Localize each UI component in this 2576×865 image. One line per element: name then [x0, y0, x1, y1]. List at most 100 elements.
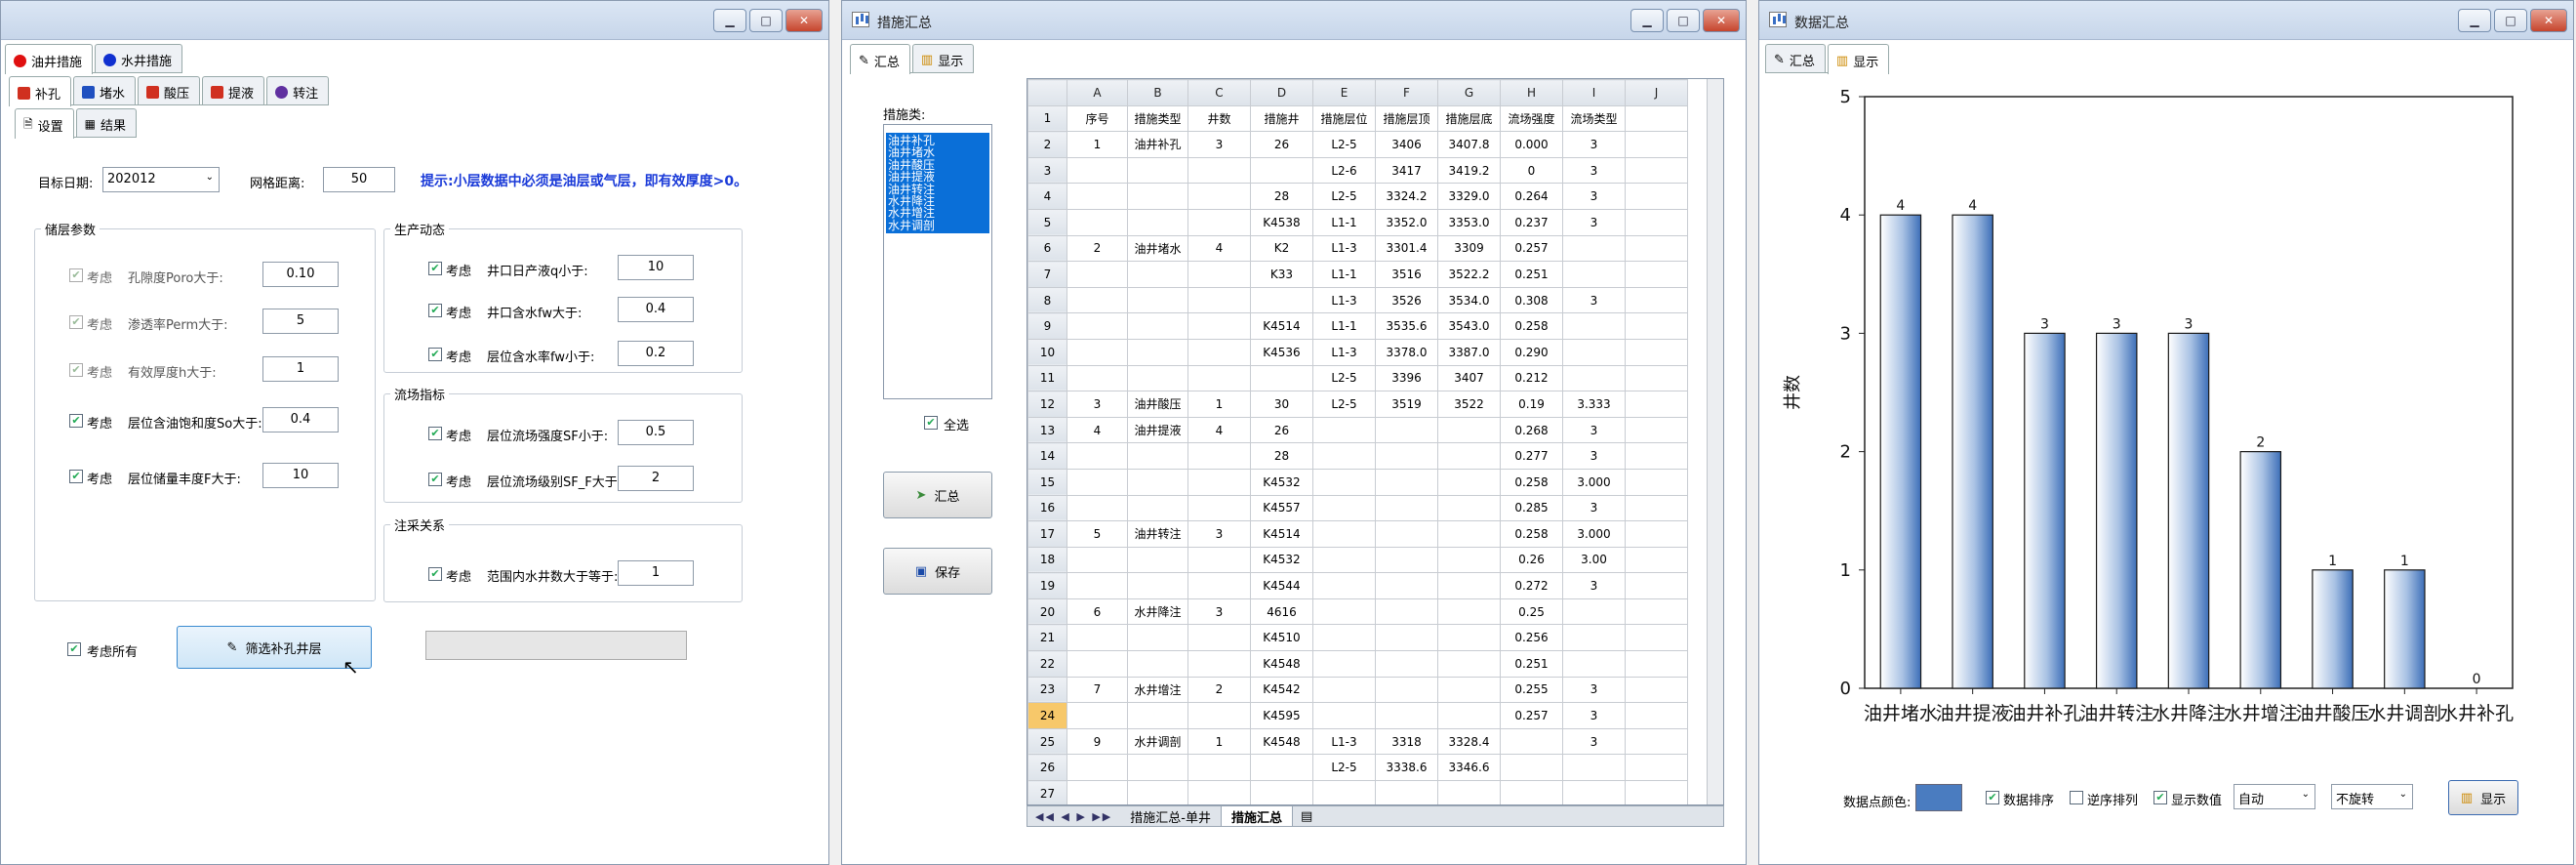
table-cell[interactable]: 3387.0 — [1437, 338, 1501, 366]
table-cell[interactable]: K4510 — [1250, 624, 1313, 652]
table-cell[interactable] — [1067, 650, 1128, 678]
table-cell[interactable] — [1437, 494, 1501, 522]
table-cell[interactable] — [1127, 754, 1188, 782]
table-cell[interactable]: L1-1 — [1312, 312, 1376, 340]
table-cell[interactable]: 3.00 — [1562, 546, 1626, 574]
show-chart-button[interactable]: ▥ 显示 — [2448, 780, 2518, 815]
table-cell[interactable] — [1500, 780, 1563, 804]
table-cell[interactable] — [1067, 286, 1128, 314]
table-cell[interactable] — [1625, 597, 1688, 626]
table-cell[interactable]: 3329.0 — [1437, 183, 1501, 210]
table-cell[interactable]: 0.268 — [1500, 416, 1563, 444]
save-button[interactable]: ▣ 保存 — [883, 548, 992, 595]
table-cell[interactable]: 2 — [1187, 676, 1251, 704]
table-cell[interactable]: 油井堵水 — [1127, 234, 1188, 263]
table-cell[interactable] — [1187, 702, 1251, 729]
table-cell[interactable] — [1625, 156, 1688, 185]
tab-lift-liquid[interactable]: 提液 — [202, 76, 265, 104]
table-cell[interactable]: 1 — [1067, 131, 1128, 158]
header-cell[interactable] — [1625, 104, 1688, 133]
table-cell[interactable]: 0.257 — [1500, 702, 1563, 729]
table-cell[interactable] — [1625, 338, 1688, 366]
table-cell[interactable] — [1067, 572, 1128, 599]
table-cell[interactable]: L2-5 — [1312, 391, 1376, 418]
row-number[interactable]: 7 — [1027, 261, 1067, 288]
table-cell[interactable]: 油井转注 — [1127, 520, 1188, 548]
show-values-checkbox[interactable]: ✔ — [2153, 791, 2167, 804]
table-cell[interactable] — [1562, 624, 1626, 652]
table-cell[interactable]: 3.000 — [1562, 520, 1626, 548]
minimize-button[interactable]: ▁ — [1630, 9, 1664, 32]
table-cell[interactable] — [1437, 442, 1501, 470]
table-cell[interactable] — [1437, 650, 1501, 678]
table-cell[interactable]: 3407.8 — [1437, 131, 1501, 158]
row-number[interactable]: 4 — [1027, 183, 1067, 210]
column-header[interactable]: I — [1562, 79, 1626, 106]
table-cell[interactable] — [1625, 208, 1688, 236]
table-cell[interactable]: 0.000 — [1500, 131, 1563, 158]
table-cell[interactable] — [1187, 261, 1251, 288]
table-cell[interactable]: L1-3 — [1312, 338, 1376, 366]
tab-display[interactable]: ▥ 显示 — [1827, 44, 1890, 74]
header-cell[interactable]: 井数 — [1187, 104, 1251, 133]
table-cell[interactable]: 3 — [1067, 391, 1128, 418]
label-mode-select[interactable]: 自动 ⌄ — [2234, 784, 2315, 809]
table-cell[interactable]: 7 — [1067, 676, 1128, 704]
table-cell[interactable] — [1562, 338, 1626, 366]
table-cell[interactable]: 0.19 — [1500, 391, 1563, 418]
reservoir-threshold-input[interactable]: 0.10 — [262, 262, 339, 287]
table-cell[interactable] — [1187, 468, 1251, 496]
table-cell[interactable]: 3 — [1562, 286, 1626, 314]
table-cell[interactable] — [1625, 520, 1688, 548]
table-cell[interactable]: L2-5 — [1312, 364, 1376, 392]
prod-consider-checkbox[interactable]: ✔ — [428, 348, 442, 361]
row-number[interactable]: 15 — [1027, 468, 1067, 496]
minimize-button[interactable]: ▁ — [2458, 9, 2491, 32]
table-cell[interactable]: 3338.6 — [1375, 754, 1438, 782]
tab-summary[interactable]: ✎ 汇总 — [850, 44, 910, 74]
table-cell[interactable]: 油井补孔 — [1127, 131, 1188, 158]
table-cell[interactable] — [1250, 156, 1313, 185]
table-cell[interactable]: 3396 — [1375, 364, 1438, 392]
sheet-tab-single-well[interactable]: 措施汇总-单井 — [1120, 806, 1222, 826]
table-cell[interactable] — [1067, 494, 1128, 522]
table-cell[interactable]: 3543.0 — [1437, 312, 1501, 340]
reverse-checkbox[interactable]: ✔ — [2070, 791, 2083, 804]
table-cell[interactable] — [1562, 364, 1626, 392]
table-cell[interactable]: 0.255 — [1500, 676, 1563, 704]
sort-checkbox[interactable]: ✔ — [1986, 791, 1999, 804]
table-cell[interactable] — [1625, 754, 1688, 782]
table-cell[interactable]: 0.251 — [1500, 261, 1563, 288]
table-cell[interactable]: 3 — [1562, 727, 1626, 756]
table-cell[interactable]: 0.257 — [1500, 234, 1563, 263]
column-header[interactable]: J — [1625, 79, 1688, 106]
summarize-button[interactable]: ➤ 汇总 — [883, 472, 992, 518]
reservoir-threshold-input[interactable]: 10 — [262, 463, 339, 488]
table-cell[interactable] — [1067, 364, 1128, 392]
table-cell[interactable] — [1562, 754, 1626, 782]
table-cell[interactable] — [1067, 624, 1128, 652]
table-cell[interactable] — [1187, 312, 1251, 340]
corner-cell[interactable] — [1027, 79, 1067, 106]
table-cell[interactable]: 28 — [1250, 442, 1313, 470]
inj-consider-checkbox[interactable]: ✔ — [428, 567, 442, 581]
table-cell[interactable] — [1187, 183, 1251, 210]
table-cell[interactable] — [1187, 572, 1251, 599]
table-cell[interactable] — [1375, 442, 1438, 470]
table-cell[interactable] — [1312, 546, 1376, 574]
table-cell[interactable] — [1375, 702, 1438, 729]
table-cell[interactable]: 0.277 — [1500, 442, 1563, 470]
table-cell[interactable] — [1625, 676, 1688, 704]
row-number[interactable]: 17 — [1027, 520, 1067, 548]
table-cell[interactable] — [1187, 156, 1251, 185]
close-button[interactable]: ✕ — [1703, 9, 1740, 32]
table-cell[interactable] — [1067, 702, 1128, 729]
table-cell[interactable] — [1437, 520, 1501, 548]
table-cell[interactable] — [1625, 183, 1688, 210]
table-cell[interactable] — [1562, 312, 1626, 340]
close-button[interactable]: ✕ — [2530, 9, 2567, 32]
header-cell[interactable]: 流场强度 — [1500, 104, 1563, 133]
sheet-tab-summary[interactable]: 措施汇总 — [1221, 806, 1293, 826]
prod-consider-checkbox[interactable]: ✔ — [428, 262, 442, 275]
row-number[interactable]: 2 — [1027, 131, 1067, 158]
